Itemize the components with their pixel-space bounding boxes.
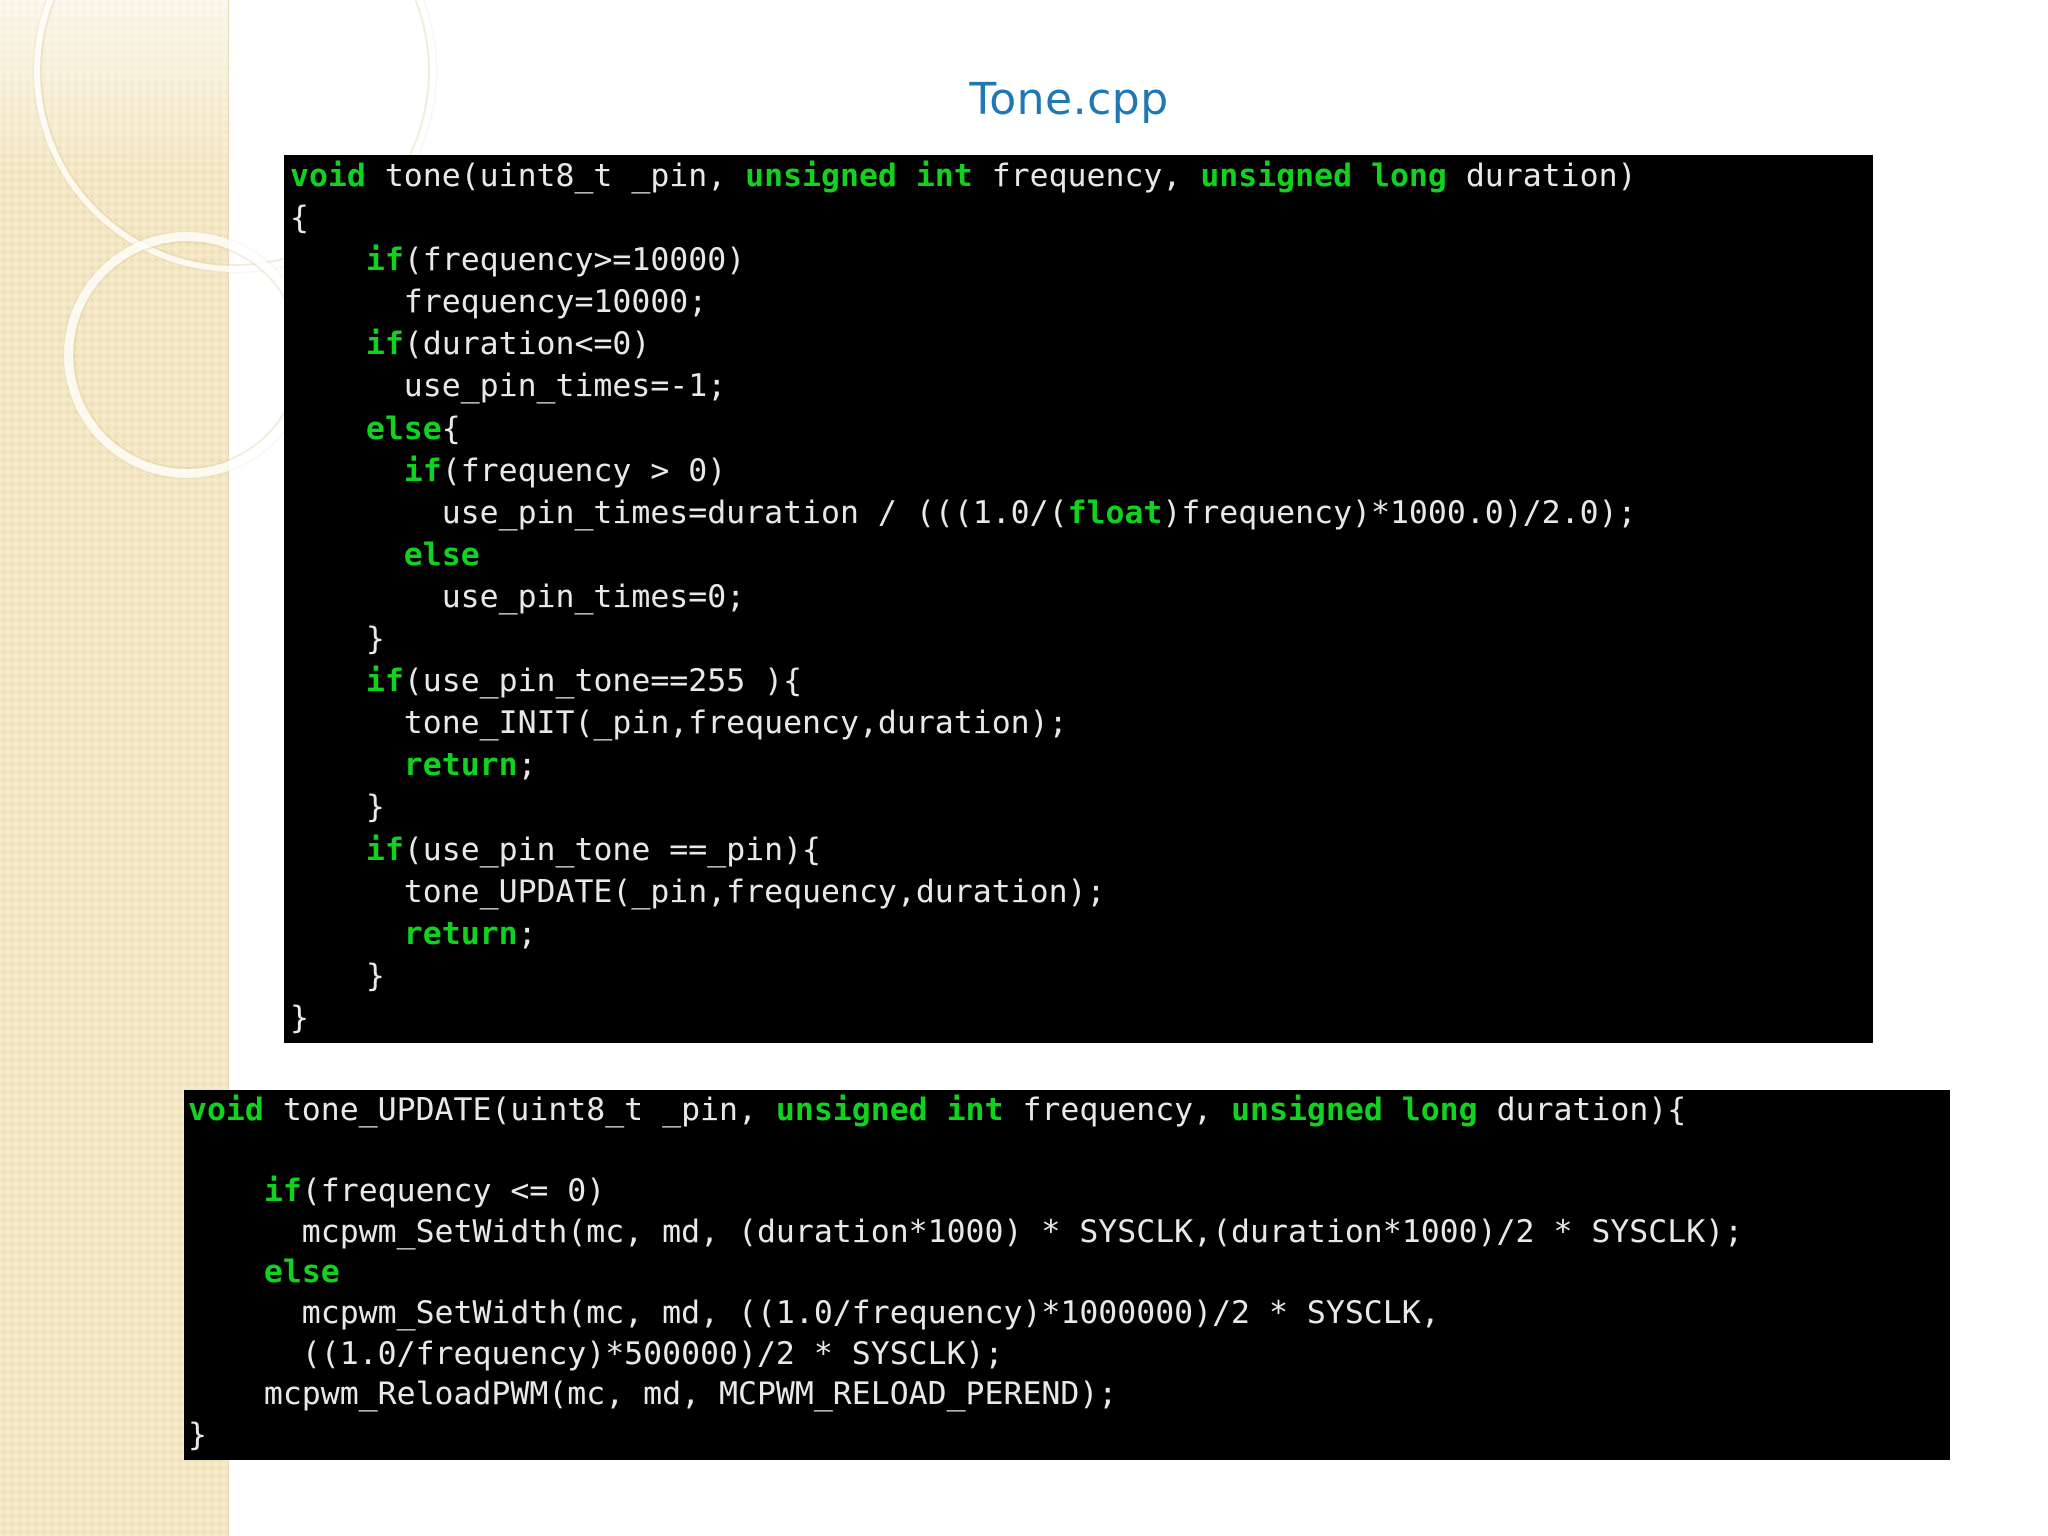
code-listing: void tone_UPDATE(uint8_t _pin, unsigned …	[188, 1090, 1950, 1455]
code-line: }	[290, 618, 1873, 660]
code-text: tone(uint8_t _pin,	[365, 158, 746, 194]
slide-title: Tone.cpp	[969, 74, 1169, 125]
code-text: }	[290, 999, 309, 1036]
code-line: use_pin_times=duration / (((1.0/(float)f…	[290, 492, 1873, 534]
code-line: }	[290, 955, 1873, 997]
code-line: void tone_UPDATE(uint8_t _pin, unsigned …	[188, 1090, 1950, 1131]
code-text: }	[290, 621, 385, 658]
code-keyword: return	[403, 915, 518, 952]
code-keyword: if	[403, 452, 442, 489]
code-text: tone_UPDATE(uint8_t _pin,	[263, 1092, 776, 1128]
code-line: if(frequency > 0)	[290, 450, 1873, 492]
code-text: mcpwm_ReloadPWM(mc, md, MCPWM_RELOAD_PER…	[188, 1376, 1118, 1413]
code-line: tone_UPDATE(_pin,frequency,duration);	[290, 871, 1873, 913]
code-text: (frequency <= 0)	[301, 1173, 606, 1210]
code-keyword: if	[263, 1173, 302, 1210]
code-line: else	[188, 1252, 1950, 1293]
code-line: if(frequency>=10000)	[290, 239, 1873, 281]
code-keyword: unsigned long	[1200, 158, 1447, 194]
code-line: if(use_pin_tone ==_pin){	[290, 829, 1873, 871]
code-text: }	[188, 1416, 207, 1453]
code-text: tone_INIT(_pin,frequency,duration);	[290, 705, 1068, 742]
code-line: use_pin_times=0;	[290, 576, 1873, 618]
code-keyword: if	[365, 326, 404, 363]
code-text: duration)	[1446, 158, 1637, 194]
code-line: return;	[290, 744, 1873, 786]
code-text: (use_pin_tone==255 ){	[403, 663, 803, 700]
code-keyword: if	[365, 663, 404, 700]
code-text: }	[290, 789, 385, 826]
code-keyword: if	[365, 242, 404, 279]
code-keyword: return	[403, 747, 518, 784]
code-line: if(frequency <= 0)	[188, 1171, 1950, 1212]
code-text: (use_pin_tone ==_pin){	[403, 831, 822, 868]
code-text: use_pin_times=0;	[290, 578, 746, 615]
code-keyword: unsigned int	[745, 158, 973, 194]
code-keyword: else	[263, 1254, 340, 1291]
code-text: use_pin_times=-1;	[290, 368, 727, 405]
code-text: use_pin_times=duration / (((1.0/(	[290, 494, 1068, 531]
code-line: {	[290, 197, 1873, 239]
code-line: return;	[290, 913, 1873, 955]
code-line: mcpwm_SetWidth(mc, md, (duration*1000) *…	[188, 1212, 1950, 1253]
code-line: }	[290, 997, 1873, 1039]
code-text: frequency=10000;	[290, 284, 708, 321]
code-line: use_pin_times=-1;	[290, 365, 1873, 407]
code-text: mcpwm_SetWidth(mc, md, ((1.0/frequency)*…	[188, 1294, 1440, 1331]
code-text: {	[290, 200, 309, 237]
code-text: ;	[517, 915, 537, 952]
code-text: {	[441, 410, 461, 447]
code-text: mcpwm_SetWidth(mc, md, (duration*1000) *…	[188, 1213, 1744, 1250]
code-keyword: float	[1067, 494, 1163, 531]
code-block-tone-update: void tone_UPDATE(uint8_t _pin, unsigned …	[184, 1090, 1950, 1460]
code-text: (duration<=0)	[403, 326, 651, 363]
code-text: }	[290, 957, 385, 994]
code-text: )frequency)*1000.0)/2.0);	[1162, 494, 1637, 531]
code-text: tone_UPDATE(_pin,frequency,duration);	[290, 873, 1106, 910]
code-line: frequency=10000;	[290, 281, 1873, 323]
code-text: frequency,	[972, 158, 1201, 194]
code-text: frequency,	[1003, 1092, 1232, 1128]
code-line: if(use_pin_tone==255 ){	[290, 660, 1873, 702]
code-block-tone: void tone(uint8_t _pin, unsigned int fre…	[284, 155, 1873, 1043]
code-line: }	[188, 1415, 1950, 1456]
code-text: (frequency > 0)	[441, 452, 727, 489]
code-keyword: void	[290, 158, 366, 194]
code-keyword: unsigned int	[775, 1092, 1004, 1128]
decorative-ring-small	[64, 232, 310, 478]
code-line: void tone(uint8_t _pin, unsigned int fre…	[290, 155, 1873, 197]
code-line: }	[290, 786, 1873, 828]
code-line: else	[290, 534, 1873, 576]
code-keyword: if	[365, 831, 404, 868]
code-text: duration){	[1477, 1092, 1687, 1128]
code-line: if(duration<=0)	[290, 323, 1873, 365]
code-line: ((1.0/frequency)*500000)/2 * SYSCLK);	[188, 1334, 1950, 1375]
code-listing: void tone(uint8_t _pin, unsigned int fre…	[290, 155, 1873, 1039]
code-text: ((1.0/frequency)*500000)/2 * SYSCLK);	[188, 1335, 1004, 1372]
code-text: (frequency>=10000)	[403, 242, 746, 279]
code-keyword: else	[365, 410, 442, 447]
code-line: tone_INIT(_pin,frequency,duration);	[290, 702, 1873, 744]
code-line: mcpwm_SetWidth(mc, md, ((1.0/frequency)*…	[188, 1293, 1950, 1334]
code-keyword: unsigned long	[1231, 1092, 1478, 1128]
code-keyword: else	[403, 536, 480, 573]
code-keyword: void	[188, 1092, 264, 1128]
code-text: ;	[517, 747, 537, 784]
code-line: mcpwm_ReloadPWM(mc, md, MCPWM_RELOAD_PER…	[188, 1374, 1950, 1415]
code-line: else{	[290, 408, 1873, 450]
